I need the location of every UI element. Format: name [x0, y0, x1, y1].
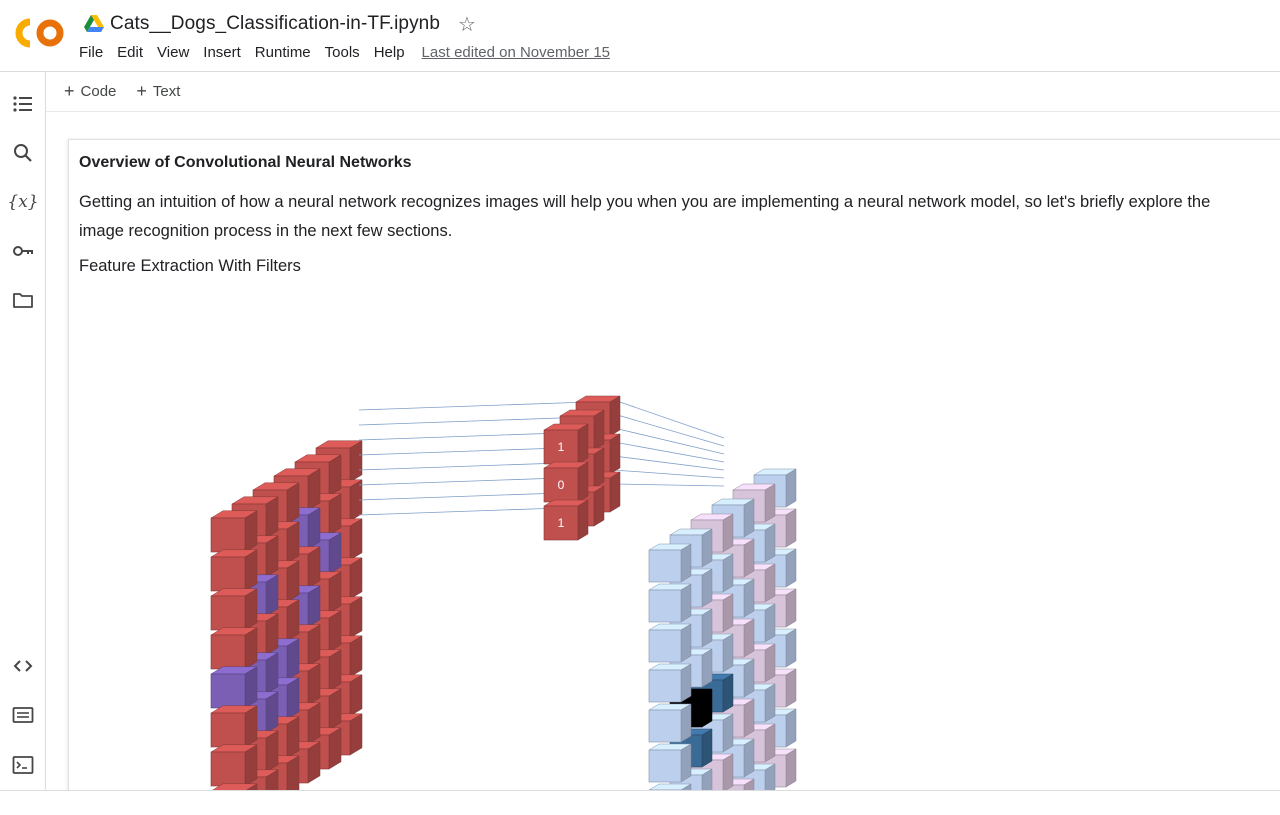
- cell-paragraph: Getting an intuition of how a neural net…: [79, 193, 1211, 240]
- input-volume-cube: [210, 588, 258, 631]
- menu-bar: File Edit View Insert Runtime Tools Help…: [72, 44, 610, 61]
- status-bar: [0, 790, 1280, 815]
- menu-tools[interactable]: Tools: [318, 44, 367, 61]
- menu-insert[interactable]: Insert: [196, 44, 248, 61]
- terminal-icon[interactable]: [10, 752, 36, 778]
- plus-icon: +: [64, 81, 75, 101]
- connector-line: [613, 441, 725, 463]
- search-icon[interactable]: [10, 140, 36, 166]
- connector-line: [613, 483, 725, 487]
- google-drive-icon: [84, 15, 104, 32]
- filter-cube: [543, 461, 589, 503]
- output-volume-cube: [648, 543, 692, 583]
- filter-cube: [543, 423, 589, 465]
- variables-icon[interactable]: {x}: [7, 189, 39, 215]
- filter-value: 0: [558, 478, 565, 492]
- cell-heading: Overview of Convolutional Neural Network…: [79, 154, 412, 171]
- input-volume-cube: [210, 666, 258, 709]
- app-header: Cats__Dogs_Classification-in-TF.ipynb ☆ …: [0, 0, 1280, 72]
- menu-help[interactable]: Help: [367, 44, 412, 61]
- add-code-label: Code: [80, 83, 117, 100]
- add-code-button[interactable]: + Code: [64, 81, 116, 102]
- files-folder-icon[interactable]: [10, 287, 36, 313]
- output-volume-cube: [648, 663, 692, 703]
- colab-logo[interactable]: [14, 16, 66, 50]
- input-volume-cube: [210, 627, 258, 670]
- add-text-label: Text: [152, 83, 181, 100]
- output-volume-cube: [648, 743, 692, 783]
- filter-value: 1: [558, 440, 565, 454]
- menu-runtime[interactable]: Runtime: [248, 44, 318, 61]
- cell-subheading: Feature Extraction With Filters: [79, 257, 301, 275]
- code-snippets-icon[interactable]: [10, 653, 36, 679]
- menu-file[interactable]: File: [72, 44, 110, 61]
- secrets-key-icon[interactable]: [10, 238, 36, 264]
- left-sidebar: {x}: [0, 72, 46, 790]
- output-volume-cube: [648, 703, 692, 743]
- command-palette-icon[interactable]: [10, 702, 36, 728]
- add-text-button[interactable]: + Text: [136, 81, 180, 102]
- last-edited-link[interactable]: Last edited on November 15: [422, 44, 610, 61]
- connector-line: [358, 401, 590, 411]
- notebook-title[interactable]: Cats__Dogs_Classification-in-TF.ipynb: [110, 13, 440, 35]
- input-volume-cube: [210, 510, 258, 553]
- filter-value: 1: [558, 516, 565, 530]
- text-cell[interactable]: Overview of Convolutional Neural Network…: [68, 139, 1280, 790]
- variables-glyph: {x}: [7, 192, 39, 212]
- plus-icon: +: [136, 81, 147, 101]
- output-volume-cube: [648, 623, 692, 663]
- filter-cube: [543, 499, 589, 541]
- input-volume-cube: [210, 549, 258, 592]
- output-volume-cube: [648, 583, 692, 623]
- star-icon[interactable]: ☆: [458, 12, 476, 37]
- title-row: Cats__Dogs_Classification-in-TF.ipynb ☆: [84, 10, 476, 38]
- input-volume-cube: [210, 705, 258, 748]
- notebook-area: Overview of Convolutional Neural Network…: [46, 112, 1280, 790]
- menu-view[interactable]: View: [150, 44, 196, 61]
- connector-line: [613, 455, 725, 471]
- cnn-filter-illustration: 000101101: [210, 395, 797, 790]
- notebook-toolbar: + Code + Text: [46, 72, 1280, 112]
- input-volume-cube: [210, 744, 258, 787]
- table-of-contents-icon[interactable]: [10, 91, 36, 117]
- connector-line: [613, 469, 725, 479]
- menu-edit[interactable]: Edit: [110, 44, 150, 61]
